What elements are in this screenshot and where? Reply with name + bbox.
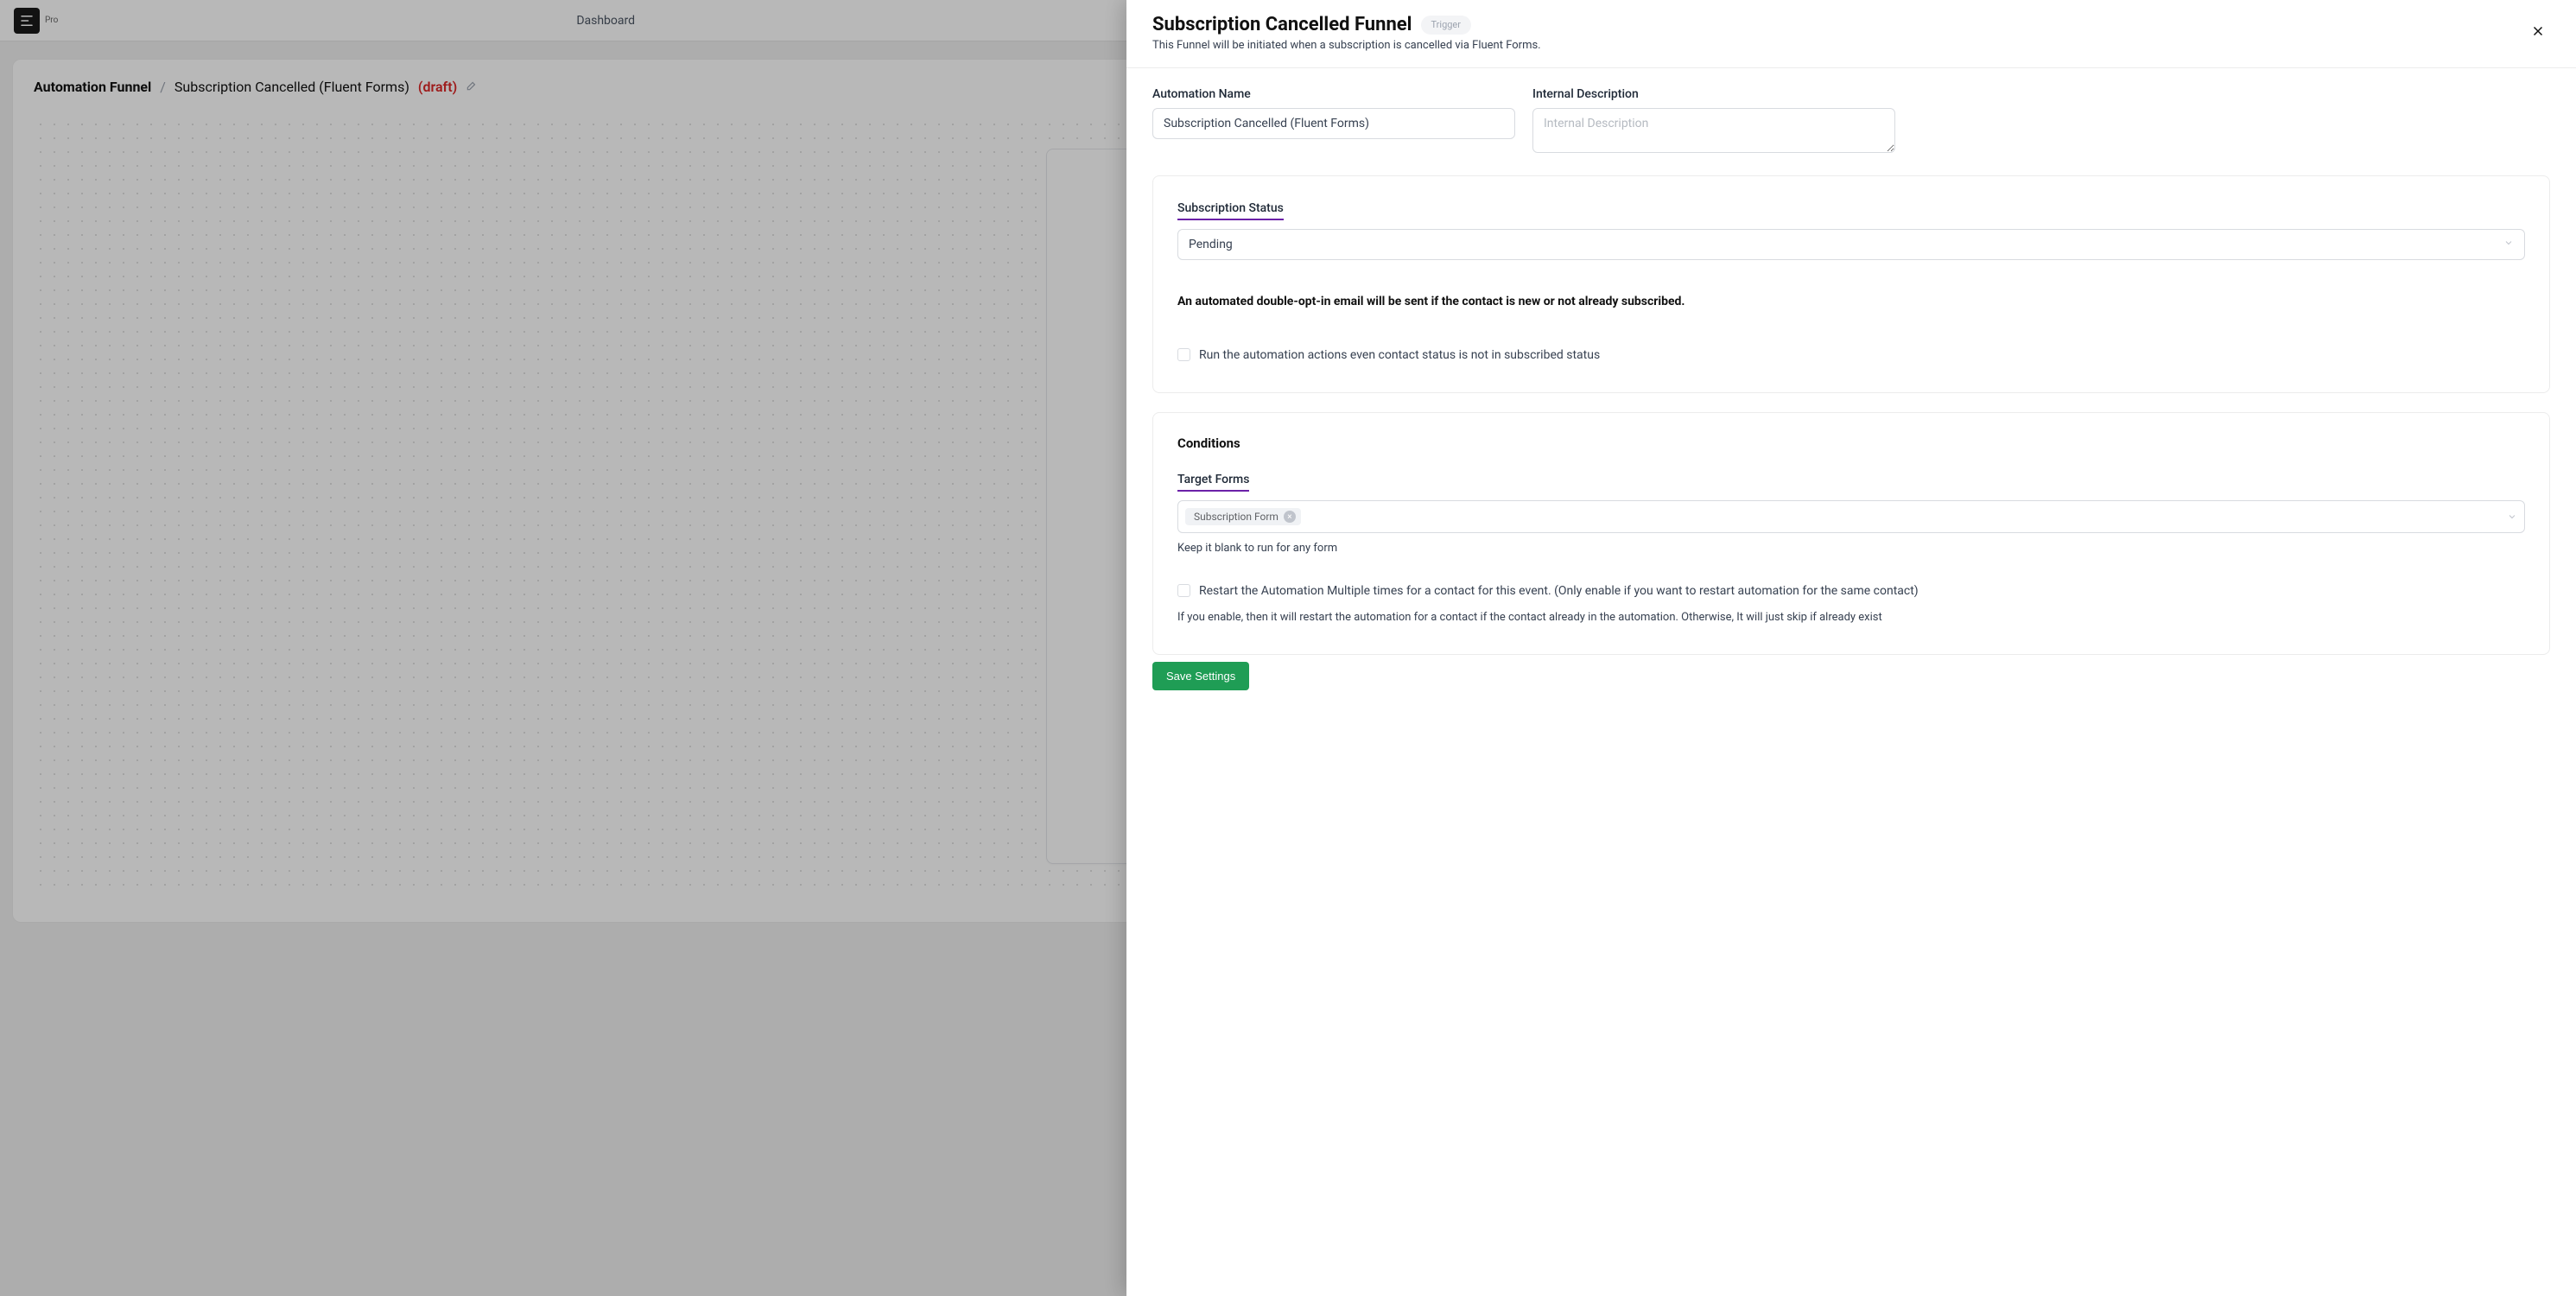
drawer-title: Subscription Cancelled Funnel: [1152, 14, 1412, 35]
restart-automation-label: Restart the Automation Multiple times fo…: [1199, 582, 1919, 600]
target-forms-tag: Subscription Form ×: [1185, 508, 1301, 525]
target-forms-select[interactable]: Subscription Form ×: [1177, 500, 2525, 533]
target-forms-tag-label: Subscription Form: [1194, 511, 1278, 523]
tag-remove-icon[interactable]: ×: [1284, 511, 1296, 523]
drawer-footer: Save Settings: [1152, 655, 2550, 711]
restart-automation-checkbox[interactable]: [1177, 584, 1190, 597]
subscription-status-label: Subscription Status: [1177, 201, 1284, 220]
subscription-status-panel: Subscription Status Pending An automated…: [1152, 175, 2550, 393]
automation-name-input[interactable]: [1152, 108, 1515, 139]
automation-name-label: Automation Name: [1152, 87, 1515, 101]
target-forms-label: Target Forms: [1177, 473, 1249, 492]
settings-drawer: Subscription Cancelled Funnel Trigger Th…: [1126, 0, 2576, 1296]
internal-description-field: Internal Description: [1532, 87, 1895, 156]
chevron-down-icon: [2503, 238, 2514, 251]
target-forms-help: Keep it blank to run for any form: [1177, 542, 2525, 555]
automation-name-field: Automation Name: [1152, 87, 1515, 156]
drawer-header: Subscription Cancelled Funnel Trigger Th…: [1126, 0, 2576, 68]
close-button[interactable]: [2522, 16, 2554, 47]
trigger-badge: Trigger: [1421, 16, 1471, 35]
internal-description-input[interactable]: [1532, 108, 1895, 153]
chevron-down-icon: [2507, 509, 2517, 525]
run-actions-checkbox[interactable]: [1177, 348, 1190, 361]
close-icon: [2530, 23, 2546, 39]
drawer-body: Automation Name Internal Description Sub…: [1126, 68, 2576, 1296]
restart-automation-help: If you enable, then it will restart the …: [1177, 609, 2525, 626]
opt-in-notice: An automated double-opt-in email will be…: [1177, 295, 2525, 308]
save-settings-button[interactable]: Save Settings: [1152, 662, 1249, 690]
conditions-title: Conditions: [1177, 435, 2525, 451]
subscription-status-select[interactable]: Pending: [1177, 229, 2525, 260]
drawer-subtitle: This Funnel will be initiated when a sub…: [1152, 39, 2550, 52]
subscription-status-value: Pending: [1189, 238, 1233, 251]
run-actions-label: Run the automation actions even contact …: [1199, 346, 1600, 365]
internal-description-label: Internal Description: [1532, 87, 1895, 101]
conditions-panel: Conditions Target Forms Subscription For…: [1152, 412, 2550, 655]
